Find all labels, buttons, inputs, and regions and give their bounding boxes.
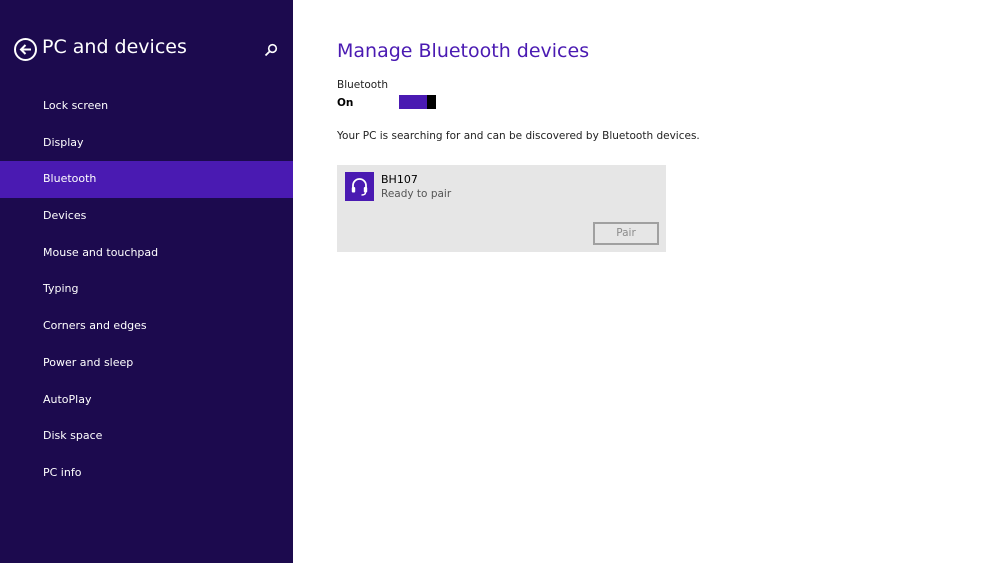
device-name: BH107 <box>381 173 418 186</box>
sidebar-title: PC and devices <box>42 36 187 58</box>
bluetooth-state-text: On <box>337 97 354 109</box>
device-card[interactable]: BH107 Ready to pair Pair <box>337 165 666 252</box>
sidebar-nav: Lock screen Display Bluetooth Devices Mo… <box>0 88 293 492</box>
toggle-thumb <box>427 95 436 109</box>
device-icon-tile <box>345 172 374 201</box>
sidebar-item-power-and-sleep[interactable]: Power and sleep <box>0 345 293 382</box>
sidebar-item-autoplay[interactable]: AutoPlay <box>0 382 293 419</box>
page-title: Manage Bluetooth devices <box>337 40 590 62</box>
search-icon <box>264 43 278 57</box>
bluetooth-label: Bluetooth <box>337 79 388 91</box>
back-button[interactable] <box>14 38 37 61</box>
sidebar: PC and devices Lock screen Display Bluet… <box>0 0 293 563</box>
sidebar-header: PC and devices <box>14 36 284 66</box>
sidebar-item-pc-info[interactable]: PC info <box>0 455 293 492</box>
main-content: Manage Bluetooth devices Bluetooth On Yo… <box>337 0 1000 563</box>
sidebar-item-bluetooth[interactable]: Bluetooth <box>0 161 293 199</box>
sidebar-item-corners-and-edges[interactable]: Corners and edges <box>0 308 293 345</box>
sidebar-item-devices[interactable]: Devices <box>0 198 293 235</box>
headset-icon <box>351 178 368 196</box>
sidebar-item-typing[interactable]: Typing <box>0 271 293 308</box>
sidebar-item-lock-screen[interactable]: Lock screen <box>0 88 293 125</box>
sidebar-item-mouse-and-touchpad[interactable]: Mouse and touchpad <box>0 235 293 272</box>
sidebar-item-display[interactable]: Display <box>0 125 293 162</box>
pair-button[interactable]: Pair <box>593 222 659 245</box>
bluetooth-toggle[interactable] <box>399 95 436 109</box>
sidebar-item-disk-space[interactable]: Disk space <box>0 418 293 455</box>
device-status: Ready to pair <box>381 188 452 200</box>
back-arrow-icon <box>19 44 31 55</box>
bluetooth-status-message: Your PC is searching for and can be disc… <box>337 130 700 142</box>
search-button[interactable] <box>264 42 280 58</box>
